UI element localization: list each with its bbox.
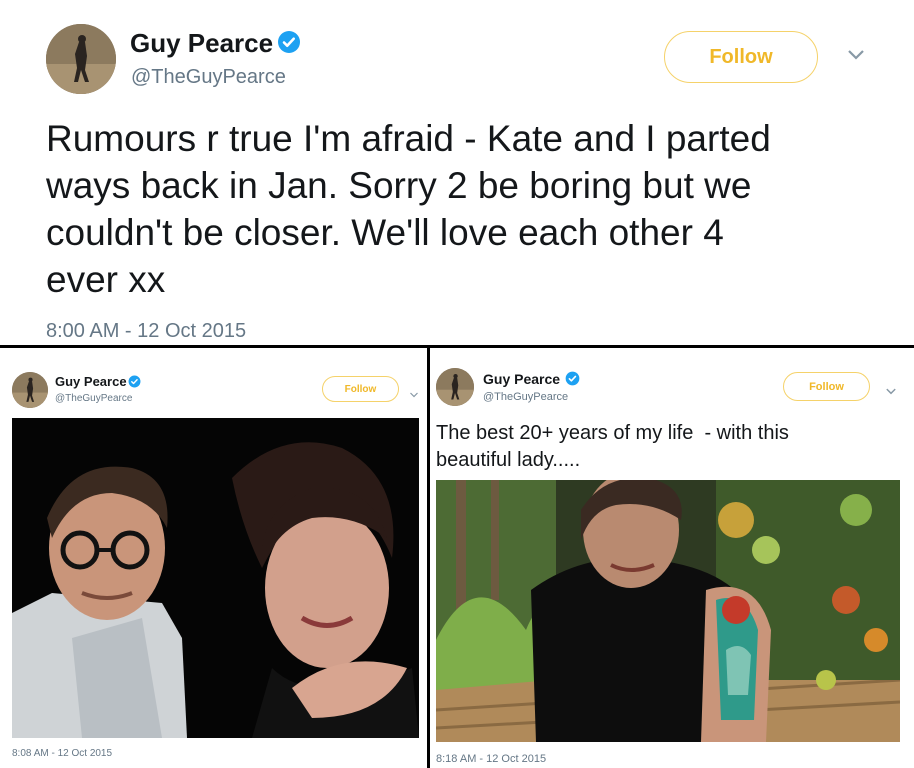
follow-button[interactable]: Follow bbox=[664, 31, 818, 83]
user-name[interactable]: Guy Pearce bbox=[55, 374, 127, 389]
woman-garden-photo[interactable] bbox=[436, 480, 900, 742]
user-name[interactable]: Guy Pearce bbox=[483, 371, 560, 387]
tweet-timestamp[interactable]: 8:08 AM - 12 Oct 2015 bbox=[12, 748, 112, 759]
verified-badge-icon bbox=[277, 30, 301, 54]
avatar[interactable] bbox=[46, 24, 116, 94]
chevron-down-icon[interactable] bbox=[885, 383, 897, 395]
chevron-down-icon[interactable] bbox=[846, 48, 866, 62]
chevron-down-icon[interactable] bbox=[409, 386, 419, 398]
user-handle[interactable]: @TheGuyPearce bbox=[55, 393, 132, 404]
user-handle[interactable]: @TheGuyPearce bbox=[483, 391, 568, 403]
tweet-text: The best 20+ years of my life - with thi… bbox=[436, 422, 789, 471]
top-tweet: Guy Pearce @TheGuyPearce Follow Rumours … bbox=[0, 0, 914, 346]
user-handle[interactable]: @TheGuyPearce bbox=[131, 66, 286, 89]
verified-badge-icon bbox=[565, 371, 580, 386]
tweet-timestamp[interactable]: 8:18 AM - 12 Oct 2015 bbox=[436, 753, 546, 765]
verified-badge-icon bbox=[128, 375, 141, 388]
right-tweet: Guy Pearce @TheGuyPearce Follow The best… bbox=[430, 348, 914, 768]
tweet-text: Rumours r true I'm afraid - Kate and I p… bbox=[46, 118, 771, 300]
follow-button[interactable]: Follow bbox=[783, 372, 870, 401]
avatar[interactable] bbox=[12, 372, 48, 408]
user-name[interactable]: Guy Pearce bbox=[130, 28, 273, 59]
tweet-timestamp[interactable]: 8:00 AM - 12 Oct 2015 bbox=[46, 320, 246, 343]
follow-button[interactable]: Follow bbox=[322, 376, 399, 402]
couple-photo[interactable] bbox=[12, 418, 419, 738]
left-tweet: Guy Pearce @TheGuyPearce Follow 8:08 AM … bbox=[0, 348, 427, 768]
avatar[interactable] bbox=[436, 368, 474, 406]
